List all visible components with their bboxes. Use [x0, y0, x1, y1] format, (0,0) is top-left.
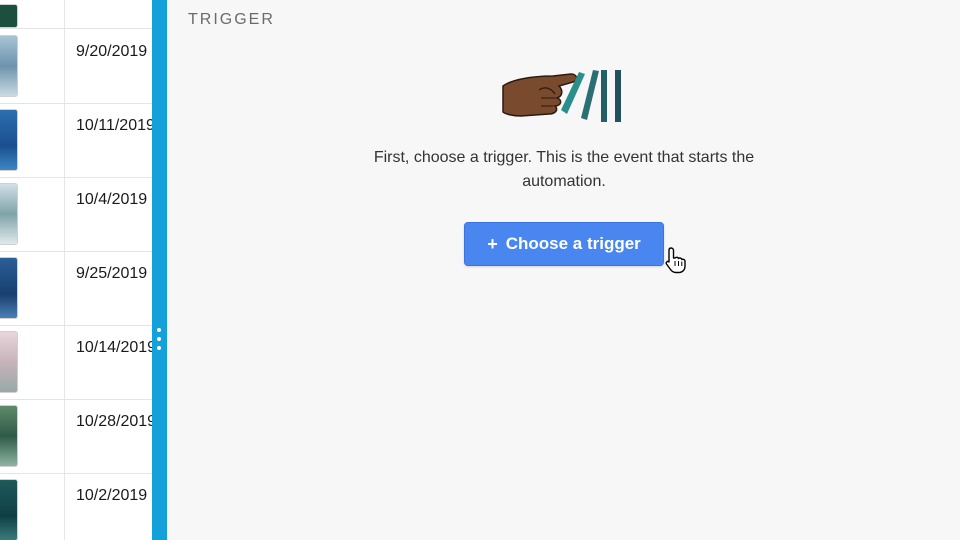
panel-resize-handle[interactable] [152, 0, 167, 540]
table-row[interactable]: 10/28/2019 [0, 399, 152, 474]
choose-trigger-button[interactable]: + Choose a trigger [464, 222, 664, 266]
trigger-description: First, choose a trigger. This is the eve… [373, 149, 755, 190]
row-date: 10/4/2019 [76, 191, 148, 208]
hand-domino-illustration [502, 70, 621, 122]
row-date: 10/11/2019 [76, 117, 152, 134]
table-row[interactable]: 10/2/2019 [0, 473, 152, 540]
thumbnail-image[interactable] [0, 4, 18, 28]
choose-trigger-label: Choose a trigger [505, 234, 641, 253]
automation-panel: TRIGGER First, choose a trigger. This is… [167, 0, 960, 540]
row-date: 9/20/2019 [76, 43, 148, 60]
table-row[interactable]: 9/25/2019 [0, 251, 152, 326]
thumbnail-image[interactable] [0, 257, 18, 319]
row-date: 10/2/2019 [76, 487, 148, 504]
records-grid: 9/20/2019 10/11/2019 10/4/2019 9/25/2019… [0, 0, 152, 540]
thumbnail-image[interactable] [0, 479, 18, 540]
thumbnail-image[interactable] [0, 405, 18, 467]
row-date: 10/14/2019 [76, 339, 152, 356]
row-date: 10/28/2019 [76, 413, 152, 430]
table-row[interactable]: 10/14/2019 [0, 325, 152, 400]
table-row[interactable] [0, 0, 152, 29]
section-title: TRIGGER [188, 11, 275, 28]
thumbnail-image[interactable] [0, 35, 18, 97]
table-row[interactable]: 10/4/2019 [0, 177, 152, 252]
thumbnail-image[interactable] [0, 331, 18, 393]
table-row[interactable]: 10/11/2019 [0, 103, 152, 178]
thumbnail-image[interactable] [0, 109, 18, 171]
table-row[interactable]: 9/20/2019 [0, 29, 152, 104]
thumbnail-image[interactable] [0, 183, 18, 245]
row-date: 9/25/2019 [76, 265, 148, 282]
plus-icon: + [487, 233, 498, 254]
pointer-hand-cursor [665, 247, 686, 274]
drag-handle-icon[interactable] [157, 328, 161, 355]
